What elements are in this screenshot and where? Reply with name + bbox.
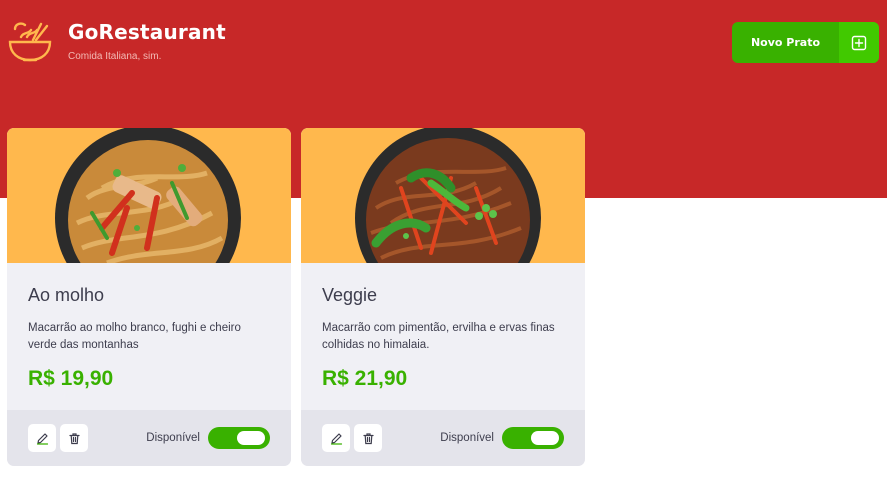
dish-description: Macarrão ao molho branco, fughi e cheiro… [28, 322, 241, 351]
app-title: GoRestaurant [68, 20, 226, 44]
dish-name: Ao molho [28, 285, 105, 305]
dish-description: Macarrão com pimentão, ervilha e ervas f… [322, 322, 555, 351]
dish-price: R$ 19,90 [28, 367, 114, 390]
delete-button[interactable] [60, 424, 88, 452]
food-card: Ao molho Macarrão ao molho branco, fughi… [7, 128, 291, 466]
food-image [301, 128, 585, 263]
card-footer: Disponível [301, 410, 585, 466]
trash-icon [362, 432, 374, 444]
availability: Disponível [440, 427, 564, 449]
availability-label: Disponível [440, 432, 494, 444]
pencil-icon [330, 432, 342, 445]
food-image [7, 128, 291, 263]
edit-button[interactable] [28, 424, 56, 452]
new-dish-button-label: Novo Prato [750, 36, 821, 49]
availability: Disponível [146, 427, 270, 449]
veggie-pasta-bowl-icon [355, 128, 541, 263]
dish-name: Veggie [322, 285, 378, 305]
card-footer: Disponível [7, 410, 291, 466]
delete-button[interactable] [354, 424, 382, 452]
toggle-knob [531, 431, 559, 445]
pasta-bowl-icon [55, 128, 241, 263]
edit-button[interactable] [322, 424, 350, 452]
trash-icon [68, 432, 80, 444]
food-card: Veggie Macarrão com pimentão, ervilha e … [301, 128, 585, 466]
new-dish-button[interactable]: Novo Prato [732, 22, 879, 63]
brand: GoRestaurant Comida Italiana, sim. [7, 18, 226, 64]
toggle-knob [237, 431, 265, 445]
app-subtitle: Comida Italiana, sim. [68, 51, 162, 62]
noodle-bowl-icon [8, 22, 52, 62]
availability-toggle[interactable] [208, 427, 270, 449]
plus-square-icon [839, 22, 879, 63]
availability-toggle[interactable] [502, 427, 564, 449]
dish-price: R$ 21,90 [322, 367, 408, 390]
pencil-icon [36, 432, 48, 445]
availability-label: Disponível [146, 432, 200, 444]
